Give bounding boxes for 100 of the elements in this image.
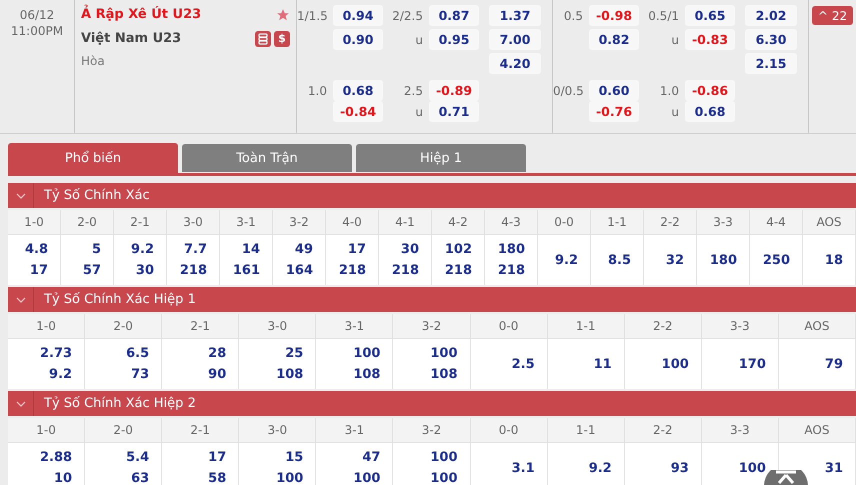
odds-value[interactable]: 2.88 [40,450,72,465]
odds-value[interactable]: 108 [353,367,380,382]
back-to-top-icon[interactable] [764,470,808,485]
odds-value[interactable]: 9.2 [554,252,578,268]
odds-value[interactable]: 7.7 [184,242,207,257]
odds-value[interactable]: 180 [710,252,737,268]
odds-value[interactable]: 218 [180,263,207,278]
odds-value[interactable]: 161 [232,263,260,278]
odds-value[interactable]: 3.1 [512,460,535,476]
odds-value[interactable]: 93 [670,460,689,476]
odds-value[interactable]: 2.02 [745,5,797,26]
tab[interactable]: Hiệp 1 [356,144,526,172]
odds-value[interactable]: 28 [208,346,226,361]
chevron-icon[interactable] [16,400,26,406]
odds-value[interactable]: 100 [430,346,458,361]
odds-value[interactable]: 14 [242,242,260,257]
odds-value[interactable]: 11 [594,356,612,372]
section-title: Tỷ Số Chính Xác [43,188,150,203]
odds-value[interactable]: 9.2 [49,367,72,382]
odds-value[interactable]: 2.15 [745,53,797,74]
odds-value[interactable]: 9.2 [130,242,154,257]
odds-value[interactable]: 0.94 [333,5,383,26]
odds-value[interactable]: 30 [400,242,419,257]
odds-value[interactable]: 0.60 [589,80,639,101]
stats-icon[interactable] [255,30,271,46]
odds-value[interactable]: 100 [430,450,458,465]
score-label: 4-1 [379,210,432,234]
odds-value[interactable]: 9.2 [588,460,612,476]
odds-value[interactable]: 218 [444,263,472,278]
odds-value[interactable]: 17 [348,242,366,257]
odds-value[interactable]: 0.90 [333,29,383,50]
odds-value[interactable]: 0.65 [685,5,735,26]
odds-value[interactable]: 8.5 [608,252,631,268]
odds-value[interactable]: 164 [286,263,313,278]
odds-value[interactable]: 31 [824,460,843,476]
odds-value[interactable]: 73 [131,367,150,382]
odds-value[interactable]: 218 [392,263,419,278]
odds-value[interactable]: 32 [666,252,684,268]
odds-value[interactable]: 102 [444,242,472,257]
odds-value[interactable]: 5.4 [126,450,150,465]
odds-value[interactable]: 0.68 [333,80,383,101]
odds-value[interactable]: 63 [131,471,150,485]
odds-value[interactable]: 6.5 [126,346,150,361]
odds-value[interactable]: 79 [824,356,843,372]
tab[interactable]: Toàn Trận [182,144,352,172]
odds-value[interactable]: 218 [498,263,525,278]
odds-value[interactable]: 108 [430,367,458,382]
odds-value[interactable]: -0.84 [333,101,383,122]
odds-value[interactable]: 0.71 [429,101,479,122]
odds-value[interactable]: 30 [136,263,154,278]
odds-value[interactable]: 100 [738,460,766,476]
more-odds-button[interactable]: ^ 22 [812,6,854,25]
score-label: 1-0 [8,314,86,338]
odds-value[interactable]: 108 [276,367,304,382]
odds-value[interactable]: 170 [738,356,766,372]
odds-value[interactable]: 5 [92,242,101,257]
odds-link[interactable]: $ [274,30,290,46]
odds-value[interactable]: 49 [294,242,313,257]
tab[interactable]: Phổ biến [8,143,178,173]
odds-value[interactable]: 100 [276,471,304,485]
odds-value[interactable]: 2.5 [512,356,535,372]
odds-value[interactable]: -0.83 [685,29,735,50]
odds-value[interactable]: 15 [285,450,304,465]
chevron-icon[interactable] [16,192,26,198]
odds-value[interactable]: 58 [208,471,226,485]
odds-value[interactable]: 25 [285,346,304,361]
odds-value[interactable]: -0.89 [429,80,479,101]
score-label: 4-3 [485,210,538,234]
odds-value[interactable]: 250 [762,252,790,268]
odds-value[interactable]: 0.82 [589,29,639,50]
odds-value[interactable]: 10 [54,471,72,485]
odds-value[interactable]: 17 [30,263,48,278]
odds-value[interactable]: 0.95 [429,29,479,50]
odds-value[interactable]: -0.98 [589,5,639,26]
odds-value[interactable]: 0.87 [429,5,479,26]
odds-value[interactable]: 90 [208,367,226,382]
odds-value[interactable]: -0.86 [685,80,735,101]
odds-value[interactable]: 57 [82,263,101,278]
odds-value[interactable]: 100 [430,471,458,485]
odds-value[interactable]: 180 [498,242,525,257]
odds-value[interactable]: 1.37 [489,5,541,26]
chevron-icon[interactable] [16,296,26,302]
score-label: 0-0 [470,314,548,338]
odds-value[interactable]: 17 [208,450,226,465]
odds-value[interactable]: 218 [338,263,366,278]
odds-value[interactable]: -0.76 [589,101,639,122]
odds-value[interactable]: 18 [824,252,843,268]
odds-value[interactable]: 2.73 [40,346,72,361]
odds-value[interactable]: 100 [662,356,689,372]
odds-value[interactable]: 0.68 [685,101,735,122]
odds-value[interactable]: 100 [353,346,380,361]
odds-value[interactable]: 4.8 [24,242,48,257]
score-label: 1-1 [548,418,625,442]
odds-value[interactable]: 7.00 [489,29,541,50]
odds-value[interactable]: 47 [362,450,380,465]
odds-value[interactable]: 100 [353,471,380,485]
odds-value[interactable]: 6.30 [745,29,797,50]
odds-value[interactable]: 4.20 [489,53,541,74]
star-icon[interactable] [276,8,290,22]
away-team-name: Việt Nam U23 [81,31,182,46]
